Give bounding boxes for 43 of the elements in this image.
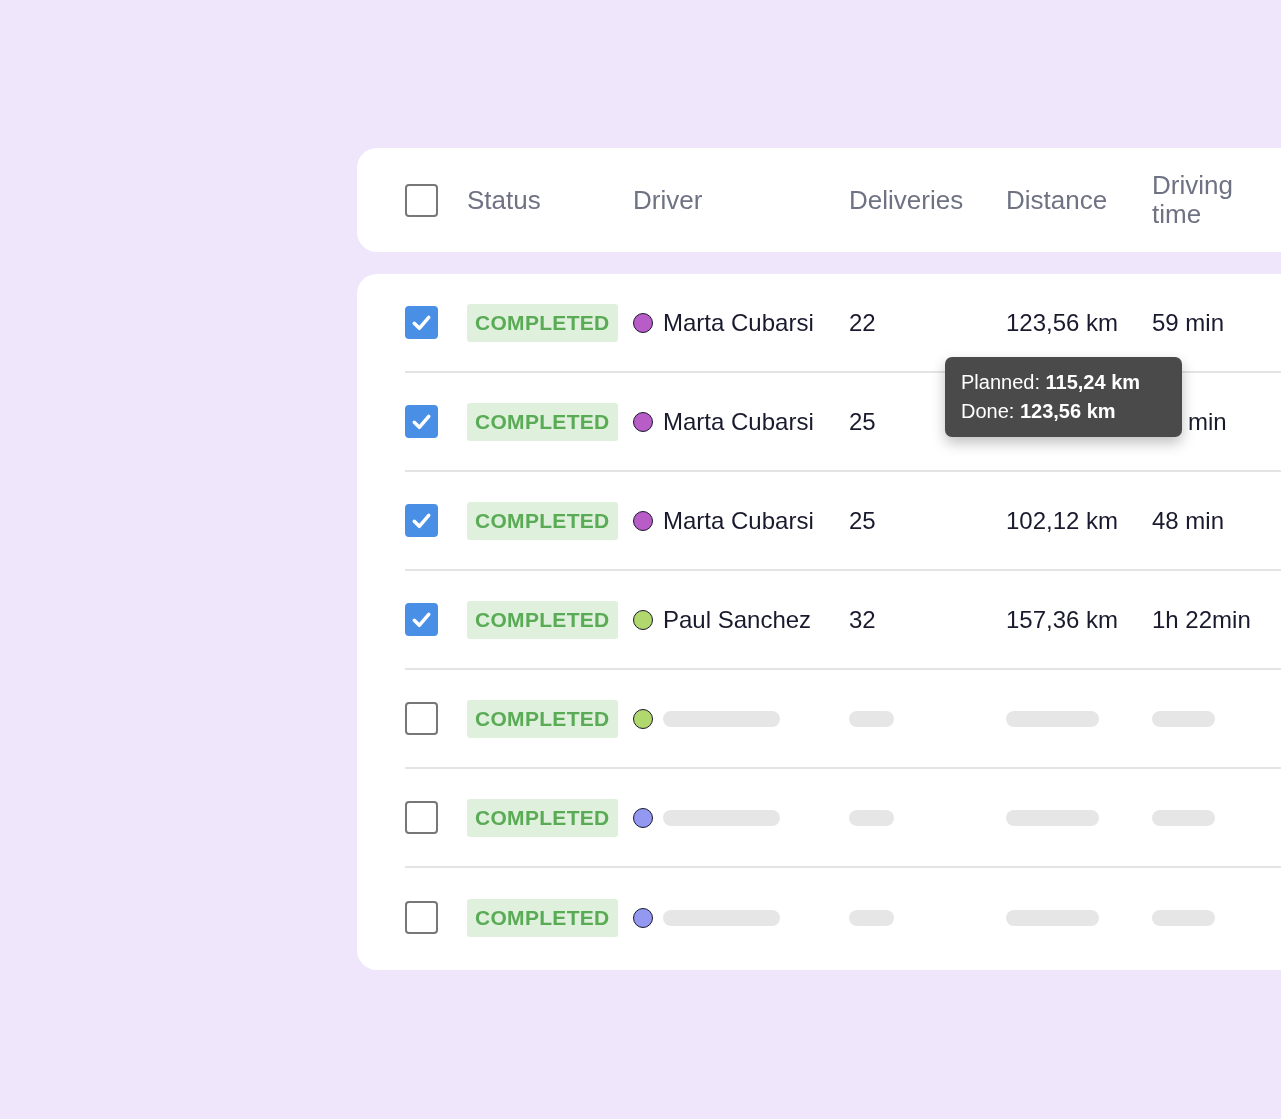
distance-cell: 157,36 km (1006, 605, 1119, 634)
column-header: Driver (633, 185, 704, 215)
driver-name: Marta Cubarsi (663, 308, 814, 337)
skeleton-bar (849, 809, 894, 826)
tooltip-text: Planned: 115,24 km (961, 371, 1142, 394)
skeleton-bar (1152, 710, 1215, 727)
column-header: Deliveries (849, 185, 965, 215)
distance-cell: 102,12 km (1006, 506, 1119, 535)
status-badge: COMPLETED (467, 699, 618, 738)
row-checkbox[interactable] (405, 306, 438, 339)
tooltip-text: Done: 123,56 km (961, 400, 1117, 423)
row-checkbox[interactable] (405, 405, 438, 438)
distance-cell: 123,56 km (1006, 308, 1119, 337)
row-checkbox[interactable] (405, 801, 438, 834)
driving-time-cell: 48 min (1152, 506, 1225, 535)
driver-name: Marta Cubarsi (663, 506, 814, 535)
skeleton-bar (1152, 809, 1215, 826)
status-badge: COMPLETED (467, 303, 618, 342)
status-badge: COMPLETED (467, 600, 618, 639)
driving-time-cell: 1h 22min (1152, 605, 1251, 634)
driver-name: Paul Sanchez (663, 605, 812, 634)
row-checkbox[interactable] (405, 504, 438, 537)
status-badge: COMPLETED (467, 898, 618, 937)
driving-time-cell: 59 min (1152, 308, 1225, 337)
column-header: Distance (1006, 185, 1109, 215)
status-badge: COMPLETED (467, 402, 618, 441)
row-checkbox[interactable] (405, 702, 438, 735)
driver-name: Marta Cubarsi (663, 407, 814, 436)
column-header: Driving time (1152, 171, 1234, 229)
row-checkbox[interactable] (405, 603, 438, 636)
skeleton-bar (849, 909, 894, 926)
status-badge: COMPLETED (467, 501, 618, 540)
deliveries-cell: 25 (849, 506, 876, 535)
deliveries-cell: 22 (849, 308, 876, 337)
driving-time-cell-text: min (1187, 407, 1227, 436)
status-badge: COMPLETED (467, 798, 618, 837)
select-all-checkbox[interactable] (405, 183, 438, 217)
deliveries-cell: 25 (849, 407, 876, 436)
skeleton-bar (1152, 909, 1215, 926)
column-header: Status (467, 185, 542, 215)
row-checkbox[interactable] (405, 901, 438, 934)
skeleton-bar (849, 710, 894, 727)
deliveries-cell: 32 (849, 605, 876, 634)
